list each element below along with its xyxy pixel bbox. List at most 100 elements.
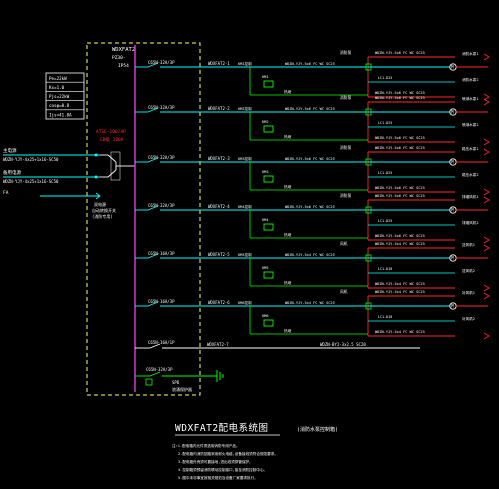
circuit-1-tag: KM1控制	[238, 61, 252, 66]
param-kx: Kx=1.0	[49, 85, 65, 90]
circuit-4-contactor: LC1-D25	[378, 219, 392, 223]
circuit-2-relay: 热继	[284, 134, 292, 139]
circuit-6-tag: KM6控制	[238, 300, 252, 305]
circuit-5-tag: KM5控制	[238, 252, 252, 257]
drawing-title: WDXFAT2配电系统图	[175, 422, 269, 434]
surge-spd: SPD	[172, 380, 180, 385]
circuit-2-level: 消防泵	[340, 95, 352, 100]
circuit-2-tag: KM2控制	[238, 106, 252, 111]
circuit-4-lower-cable: WDZN-YJY-5x6 FC WC SC25	[375, 234, 425, 238]
spare-cable: WDZN-BYJ-3x2.5 SC20	[320, 342, 366, 347]
drawing-subtitle: (消防水泵控制箱)	[297, 426, 338, 433]
ats-note2: 自动转换开关	[92, 207, 116, 213]
circuit-1-ctrl-tag: KM1	[262, 75, 269, 79]
circuit-1-cable: WDZN-YJY-5x6 FC WC SC25	[285, 62, 335, 66]
circuit-1-relay: 热继	[284, 89, 292, 94]
circuit-1-upper-cable: WDZN-YJY-5x6 FC WC SC25	[375, 51, 425, 55]
note-5: 5.图中未尽事宜按相关规范及设备厂家要求执行。	[178, 475, 258, 480]
circuit-4-breaker-label: C65N-32A/3P	[148, 203, 175, 208]
circuit-6-ctrl-tag: KM6	[262, 314, 269, 318]
circuit-3-level: 消防泵	[340, 145, 352, 150]
ats-rating: CB级 100A	[100, 136, 124, 143]
circuit-4-level: 消防泵	[340, 193, 352, 198]
circuit-4-ctrl-tag: KM4	[262, 218, 269, 222]
circuit-5-breaker-label: C65N-16A/3P	[148, 251, 175, 256]
circuit-4-cable: WDZN-YJY-5x6 FC WC SC25	[285, 205, 335, 209]
circuit-2-ctrl-tag: KM2	[262, 120, 269, 124]
circuit-2-load2: 喷淋水泵2	[462, 122, 479, 127]
circuit-1-level: 消防泵	[340, 50, 352, 55]
circuit-4-load1: 排烟风机1	[462, 194, 479, 199]
circuit-3-contactor: LC1-D25	[378, 171, 392, 175]
circuit-6-level: 风机	[340, 289, 348, 294]
circuit-5-level: 风机	[340, 241, 348, 246]
param-cos: cosφ=0.8	[49, 103, 70, 108]
circuit-6-breaker-label: C65N-16A/3P	[148, 299, 175, 304]
spare-id: WDXFAT2-7	[207, 342, 229, 347]
ats-note1: 双电源	[94, 201, 106, 207]
circuit-6-id: WDXFAT2-6	[208, 300, 230, 305]
circuit-1-contactor: LC1-D25	[378, 76, 392, 80]
circuit-5-relay: 热继	[284, 280, 292, 285]
ats-note3: (消防专用)	[92, 213, 113, 219]
circuit-1-load2: 消防水泵2	[462, 77, 479, 82]
circuit-5-upper-cable: WDZN-YJY-5x4 FC WC SC25	[375, 242, 425, 246]
circuit-3-lower-cable: WDZN-YJY-5x6 FC WC SC25	[375, 186, 425, 190]
param-pjs: Pjs=22kW	[49, 94, 70, 99]
circuit-6-load2: 补风机2	[462, 316, 475, 321]
electrical-diagram-canvas: WDXFAT2 PZ30- IP54 Pe=22kW Kx=1.0 Pjs=22…	[0, 0, 499, 489]
note-2: 2.配电箱内消防回路采用耐火电缆,设备接线须符合规范要求。	[178, 451, 278, 456]
circuit-4-relay: 热继	[284, 232, 292, 237]
circuit-3-cable: WDZN-YJY-5x6 FC WC SC25	[285, 157, 335, 161]
ats-model: ATSE-100/4P	[96, 129, 126, 135]
circuit-3-id: WDXFAT2-3	[208, 156, 230, 161]
circuit-6-contactor: LC1-D18	[378, 315, 392, 319]
panel-name: WDXFAT2	[112, 47, 135, 53]
note-1: 注:1.配电箱内元件须选用消防专用产品。	[172, 443, 240, 448]
surge-label: 浪涌保护器	[172, 386, 192, 392]
spare-breaker: C65N-16A/1P	[148, 340, 175, 345]
circuit-2-id: WDXFAT2-2	[208, 106, 230, 111]
circuit-3-upper-cable: WDZN-YJY-5x6 FC WC SC25	[375, 146, 425, 150]
circuit-4-tag: KM4控制	[238, 204, 252, 209]
circuit-1-load1: 消防水泵1	[462, 51, 479, 56]
circuit-2-contactor: LC1-D25	[378, 121, 392, 125]
circuit-5-ctrl-tag: KM5	[262, 266, 269, 270]
circuit-3-load2: 稳压水泵2	[462, 172, 479, 177]
circuit-3-ctrl-tag: KM3	[262, 170, 269, 174]
param-ijs: Ijs=41.8A	[49, 113, 72, 118]
circuit-5-lower-cable: WDZN-YJY-5x4 FC WC SC25	[375, 282, 425, 286]
circuit-5-id: WDXFAT2-5	[208, 252, 230, 257]
circuit-1-lower-cable: WDZN-YJY-5x6 FC WC SC25	[375, 91, 425, 95]
feed2-cable: WDZN-YJY-4x25+1x16-SC50	[3, 179, 59, 184]
circuit-3-relay: 热继	[284, 184, 292, 189]
circuit-6-load1: 补风机1	[462, 290, 475, 295]
circuit-6-upper-cable: WDZN-YJY-5x4 FC WC SC25	[375, 290, 425, 294]
circuit-6-cable: WDZN-YJY-5x4 FC WC SC25	[285, 301, 335, 305]
feed1-label: 主电源	[3, 147, 17, 154]
note-4: 4.控制箱须预留消防联动控制接口,接至消防控制中心。	[178, 467, 267, 472]
panel-ip: IP54	[118, 63, 129, 69]
circuit-2-breaker-label: C65N-32A/3P	[148, 105, 175, 110]
circuit-1-id: WDXFAT2-1	[208, 61, 230, 66]
circuit-2-upper-cable: WDZN-YJY-5x6 FC WC SC25	[375, 96, 425, 100]
panel-type: PZ30-	[112, 55, 126, 61]
circuit-6-lower-cable: WDZN-YJY-5x4 FC WC SC25	[375, 330, 425, 334]
circuit-4-load2: 排烟风机2	[462, 220, 479, 225]
circuit-5-contactor: LC1-D18	[378, 267, 392, 271]
feed3-label: FA	[3, 190, 9, 196]
circuit-4-id: WDXFAT2-4	[208, 204, 230, 209]
feed2-label: 备用电源	[3, 169, 21, 176]
circuit-3-tag: KM3控制	[238, 156, 252, 161]
circuit-2-load1: 喷淋水泵1	[462, 96, 479, 101]
circuit-3-load1: 稳压水泵1	[462, 146, 479, 151]
circuit-4-upper-cable: WDZN-YJY-5x6 FC WC SC25	[375, 194, 425, 198]
circuit-3-breaker-label: C65N-32A/3P	[148, 155, 175, 160]
param-pe: Pe=22kW	[49, 76, 67, 81]
note-3: 3.配电箱外壳须可靠接地,进出线须穿管保护。	[178, 459, 253, 464]
circuit-2-cable: WDZN-YJY-5x6 FC WC SC25	[285, 107, 335, 111]
circuit-5-load1: 送风机1	[462, 242, 475, 247]
circuit-5-load2: 送风机2	[462, 268, 475, 273]
circuit-1-breaker-label: C65N-32A/3P	[148, 60, 175, 65]
circuit-5-cable: WDZN-YJY-5x4 FC WC SC25	[285, 253, 335, 257]
